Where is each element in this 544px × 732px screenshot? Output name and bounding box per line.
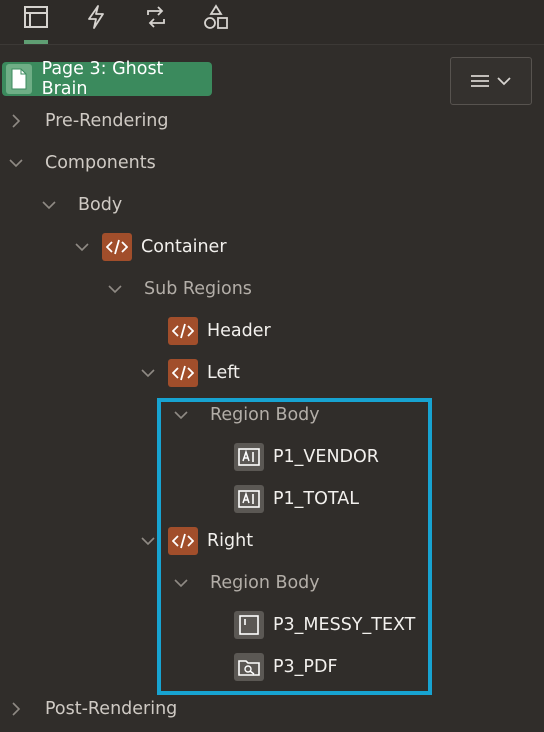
chevron-down-icon[interactable]	[7, 154, 25, 172]
tree-node-pre-rendering[interactable]: Pre-Rendering	[45, 103, 169, 139]
processing-tab[interactable]	[141, 4, 171, 30]
tree-node-header[interactable]: Header	[207, 313, 271, 349]
chevron-down-icon[interactable]	[73, 238, 91, 256]
code-region-icon	[168, 359, 198, 387]
rendering-tab[interactable]	[21, 4, 51, 30]
rendering-tree-icon	[24, 6, 48, 28]
hamburger-icon	[471, 75, 489, 87]
chevron-down-icon[interactable]	[139, 532, 157, 550]
code-region-icon	[102, 233, 132, 261]
tree-toolbar	[0, 0, 544, 45]
tree-node-components[interactable]: Components	[45, 145, 156, 181]
page-badge[interactable]: Page 3: Ghost Brain	[2, 59, 212, 99]
highlight-box	[157, 398, 432, 695]
shared-components-tab[interactable]	[201, 4, 231, 30]
tree-node-left[interactable]: Left	[207, 355, 240, 391]
dynamic-actions-tab[interactable]	[81, 4, 111, 30]
chevron-down-icon[interactable]	[139, 364, 157, 382]
tree-menu-button[interactable]	[450, 57, 532, 105]
chevron-right-icon[interactable]	[7, 112, 25, 130]
tree-node-sub-regions[interactable]: Sub Regions	[144, 271, 252, 307]
tree-node-container[interactable]: Container	[141, 229, 227, 265]
tree-node-body[interactable]: Body	[78, 187, 122, 223]
shared-components-icon	[204, 4, 228, 29]
active-tab-indicator	[24, 40, 48, 44]
chevron-right-icon[interactable]	[7, 700, 25, 718]
page-title: Page 3: Ghost Brain	[41, 59, 164, 99]
chevron-down-icon[interactable]	[40, 196, 58, 214]
tree-node-post-rendering[interactable]: Post-Rendering	[45, 691, 177, 727]
processing-loop-icon	[147, 6, 165, 28]
page-icon	[6, 64, 32, 94]
chevron-down-icon[interactable]	[106, 280, 124, 298]
chevron-down-icon	[497, 77, 511, 86]
lightning-icon	[88, 5, 104, 29]
code-region-icon	[168, 317, 198, 345]
